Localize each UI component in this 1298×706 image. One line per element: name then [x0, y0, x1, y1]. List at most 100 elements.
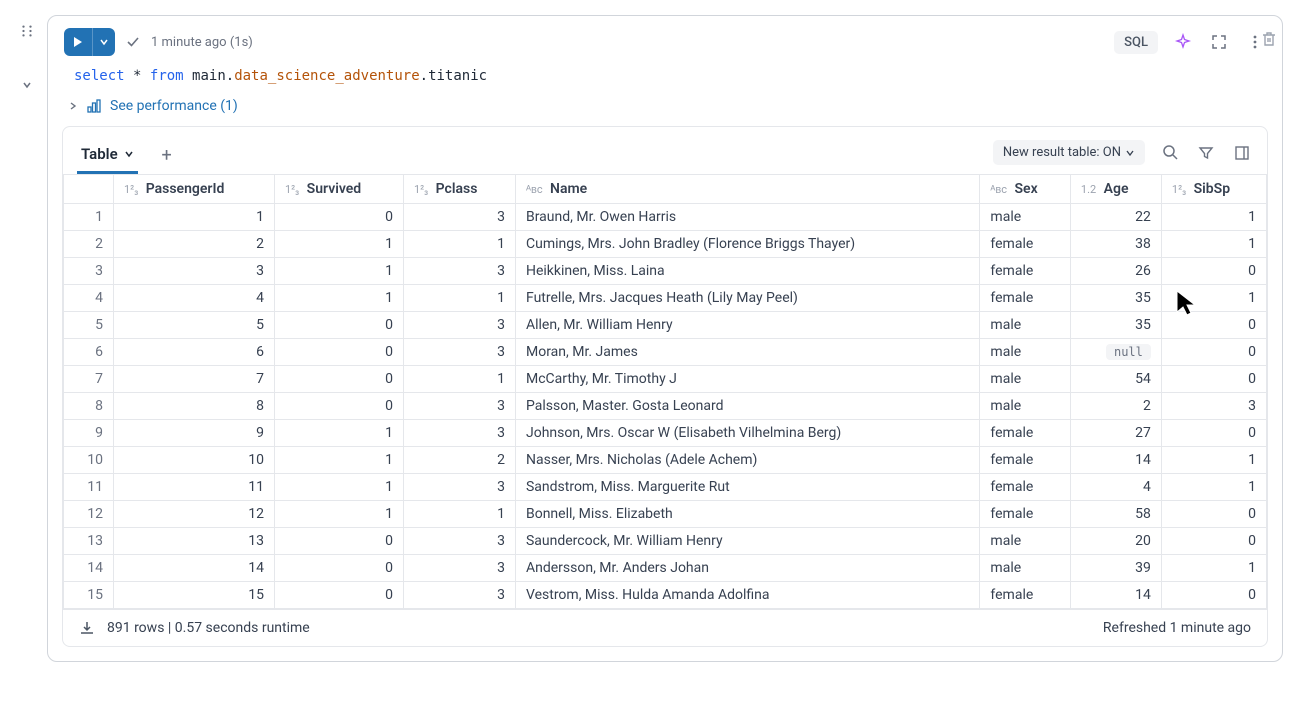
fullscreen-icon[interactable] — [1208, 31, 1230, 53]
table-cell[interactable]: 1 — [114, 204, 275, 231]
table-cell[interactable]: Bonnell, Miss. Elizabeth — [515, 501, 979, 528]
table-cell[interactable]: 1 — [403, 501, 515, 528]
table-cell[interactable]: Vestrom, Miss. Hulda Amanda Adolfina — [515, 582, 979, 609]
table-cell[interactable]: 9 — [114, 420, 275, 447]
table-cell[interactable]: 8 — [114, 393, 275, 420]
table-cell[interactable]: 0 — [1161, 312, 1266, 339]
panel-icon[interactable] — [1231, 142, 1253, 164]
table-row[interactable]: 101012Nasser, Mrs. Nicholas (Adele Achem… — [64, 447, 1267, 474]
table-cell[interactable]: 0 — [1161, 501, 1266, 528]
table-cell[interactable]: female — [980, 231, 1071, 258]
table-cell[interactable]: male — [980, 528, 1071, 555]
run-button[interactable] — [64, 28, 115, 56]
table-cell[interactable]: 11 — [114, 474, 275, 501]
table-cell[interactable]: 35 — [1070, 312, 1161, 339]
table-cell[interactable]: 1 — [274, 447, 403, 474]
table-cell[interactable]: 3 — [403, 555, 515, 582]
table-cell[interactable]: Johnson, Mrs. Oscar W (Elisabeth Vilhelm… — [515, 420, 979, 447]
assistant-sparkle-icon[interactable] — [1172, 31, 1194, 53]
table-row[interactable]: 111113Sandstrom, Miss. Marguerite Rutfem… — [64, 474, 1267, 501]
table-row[interactable]: 131303Saundercock, Mr. William Henrymale… — [64, 528, 1267, 555]
table-cell[interactable]: 20 — [1070, 528, 1161, 555]
table-row[interactable]: 4411Futrelle, Mrs. Jacques Heath (Lily M… — [64, 285, 1267, 312]
table-cell[interactable]: 1 — [274, 420, 403, 447]
collapse-toggle-icon[interactable] — [15, 73, 39, 97]
see-performance-link[interactable]: See performance (1) — [56, 92, 1274, 124]
table-cell[interactable]: 3 — [403, 582, 515, 609]
table-cell[interactable]: 1 — [1161, 285, 1266, 312]
filter-icon[interactable] — [1195, 142, 1217, 164]
table-cell[interactable]: Nasser, Mrs. Nicholas (Adele Achem) — [515, 447, 979, 474]
table-cell[interactable]: female — [980, 474, 1071, 501]
table-cell[interactable]: 0 — [1161, 528, 1266, 555]
table-cell[interactable]: 6 — [114, 339, 275, 366]
column-header[interactable]: 1²₃ Pclass — [403, 175, 515, 204]
table-cell[interactable]: 5 — [114, 312, 275, 339]
table-cell[interactable]: female — [980, 258, 1071, 285]
table-cell[interactable]: 27 — [1070, 420, 1161, 447]
table-cell[interactable]: 4 — [114, 285, 275, 312]
table-cell[interactable]: 3 — [403, 258, 515, 285]
table-cell[interactable]: 3 — [403, 420, 515, 447]
table-cell[interactable]: 39 — [1070, 555, 1161, 582]
table-row[interactable]: 1103Braund, Mr. Owen Harrismale221 — [64, 204, 1267, 231]
table-cell[interactable]: 1 — [274, 285, 403, 312]
table-cell[interactable]: 7 — [114, 366, 275, 393]
column-header[interactable]: ᴬʙc Sex — [980, 175, 1071, 204]
result-table-toggle[interactable]: New result table: ON — [993, 140, 1145, 165]
table-cell[interactable]: Futrelle, Mrs. Jacques Heath (Lily May P… — [515, 285, 979, 312]
drag-handle-icon[interactable] — [15, 19, 39, 43]
table-cell[interactable]: 26 — [1070, 258, 1161, 285]
table-cell[interactable]: 2 — [114, 231, 275, 258]
table-cell[interactable]: 2 — [403, 447, 515, 474]
tab-table[interactable]: Table — [77, 137, 138, 174]
table-row[interactable]: 6603Moran, Mr. Jamesmalenull0 — [64, 339, 1267, 366]
table-cell[interactable]: Sandstrom, Miss. Marguerite Rut — [515, 474, 979, 501]
table-cell[interactable]: 10 — [114, 447, 275, 474]
table-cell[interactable]: 13 — [114, 528, 275, 555]
table-cell[interactable]: 4 — [1070, 474, 1161, 501]
table-row[interactable]: 9913Johnson, Mrs. Oscar W (Elisabeth Vil… — [64, 420, 1267, 447]
table-cell[interactable]: male — [980, 555, 1071, 582]
table-cell[interactable]: McCarthy, Mr. Timothy J — [515, 366, 979, 393]
table-cell[interactable]: 1 — [1161, 555, 1266, 582]
table-cell[interactable]: 35 — [1070, 285, 1161, 312]
table-row[interactable]: 2211Cumings, Mrs. John Bradley (Florence… — [64, 231, 1267, 258]
table-cell[interactable]: 1 — [1161, 474, 1266, 501]
table-cell[interactable]: female — [980, 501, 1071, 528]
table-cell[interactable]: male — [980, 393, 1071, 420]
table-cell[interactable]: 22 — [1070, 204, 1161, 231]
table-cell[interactable]: 3 — [403, 393, 515, 420]
table-cell[interactable]: 1 — [1161, 204, 1266, 231]
column-header[interactable]: 1²₃ SibSp — [1161, 175, 1266, 204]
table-cell[interactable]: 0 — [1161, 582, 1266, 609]
search-icon[interactable] — [1159, 142, 1181, 164]
table-cell[interactable]: 14 — [114, 555, 275, 582]
table-row[interactable]: 141403Andersson, Mr. Anders Johanmale391 — [64, 555, 1267, 582]
table-cell[interactable]: 0 — [274, 528, 403, 555]
table-cell[interactable]: 1 — [1161, 447, 1266, 474]
table-cell[interactable]: female — [980, 582, 1071, 609]
table-cell[interactable]: Cumings, Mrs. John Bradley (Florence Bri… — [515, 231, 979, 258]
table-cell[interactable]: 2 — [1070, 393, 1161, 420]
table-row[interactable]: 3313Heikkinen, Miss. Lainafemale260 — [64, 258, 1267, 285]
table-cell[interactable]: male — [980, 312, 1071, 339]
table-cell[interactable]: 0 — [1161, 258, 1266, 285]
table-cell[interactable]: 1 — [403, 231, 515, 258]
table-cell[interactable]: 15 — [114, 582, 275, 609]
table-row[interactable]: 151503Vestrom, Miss. Hulda Amanda Adolfi… — [64, 582, 1267, 609]
table-cell[interactable]: 0 — [274, 582, 403, 609]
table-cell[interactable]: Saundercock, Mr. William Henry — [515, 528, 979, 555]
table-cell[interactable]: 1 — [274, 231, 403, 258]
table-cell[interactable]: 0 — [1161, 339, 1266, 366]
table-cell[interactable]: Heikkinen, Miss. Laina — [515, 258, 979, 285]
column-header[interactable]: 1²₃ Survived — [274, 175, 403, 204]
table-cell[interactable]: Moran, Mr. James — [515, 339, 979, 366]
table-cell[interactable]: female — [980, 420, 1071, 447]
table-cell[interactable]: 12 — [114, 501, 275, 528]
table-cell[interactable]: Palsson, Master. Gosta Leonard — [515, 393, 979, 420]
table-cell[interactable]: male — [980, 339, 1071, 366]
table-cell[interactable]: 38 — [1070, 231, 1161, 258]
table-cell[interactable]: 1 — [274, 501, 403, 528]
column-header[interactable]: 1.2 Age — [1070, 175, 1161, 204]
